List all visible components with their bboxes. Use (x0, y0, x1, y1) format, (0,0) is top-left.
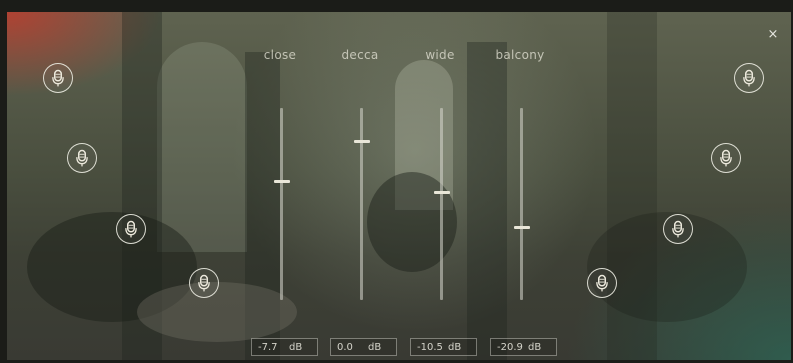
gain-readout-close[interactable]: -7.7 dB (251, 338, 318, 356)
fader-track-decca[interactable] (360, 108, 363, 300)
mixer-window: × close decca wide balcony -7.7 dB 0.0 dB … (0, 0, 793, 363)
fader-track-balcony[interactable] (520, 108, 523, 300)
channel-label-balcony: balcony (495, 48, 545, 62)
channel-label-wide: wide (425, 48, 455, 62)
microphone-position-5[interactable] (587, 268, 617, 298)
gain-readout-wide[interactable]: -10.5 dB (410, 338, 477, 356)
microphone-position-3[interactable] (116, 214, 146, 244)
channel-label-decca: decca (341, 48, 379, 62)
gain-unit: dB (528, 342, 542, 353)
channel-label-close: close (263, 48, 297, 62)
fader-thumb-decca[interactable] (354, 139, 370, 143)
gain-value: -7.7 (258, 342, 278, 353)
background-arch (157, 42, 247, 252)
background-pillar (467, 42, 507, 360)
close-button[interactable]: × (766, 28, 780, 42)
background-ornament (367, 172, 457, 272)
gain-value: -10.5 (417, 342, 443, 353)
microphone-position-8[interactable] (734, 63, 764, 93)
fader-track-wide[interactable] (440, 108, 443, 300)
microphone-position-2[interactable] (67, 143, 97, 173)
gain-unit: dB (289, 342, 303, 353)
gain-readout-balcony[interactable]: -20.9 dB (490, 338, 557, 356)
gain-unit: dB (368, 342, 382, 353)
gain-value: 0.0 (337, 342, 353, 353)
microphone-position-4[interactable] (189, 268, 219, 298)
microphone-position-6[interactable] (663, 214, 693, 244)
gain-unit: dB (448, 342, 462, 353)
fader-thumb-close[interactable] (274, 179, 290, 183)
microphone-position-1[interactable] (43, 63, 73, 93)
fader-track-close[interactable] (280, 108, 283, 300)
gain-readout-decca[interactable]: 0.0 dB (330, 338, 397, 356)
background-hall-image (7, 12, 791, 360)
microphone-position-7[interactable] (711, 143, 741, 173)
fader-thumb-balcony[interactable] (514, 226, 530, 230)
gain-value: -20.9 (497, 342, 523, 353)
